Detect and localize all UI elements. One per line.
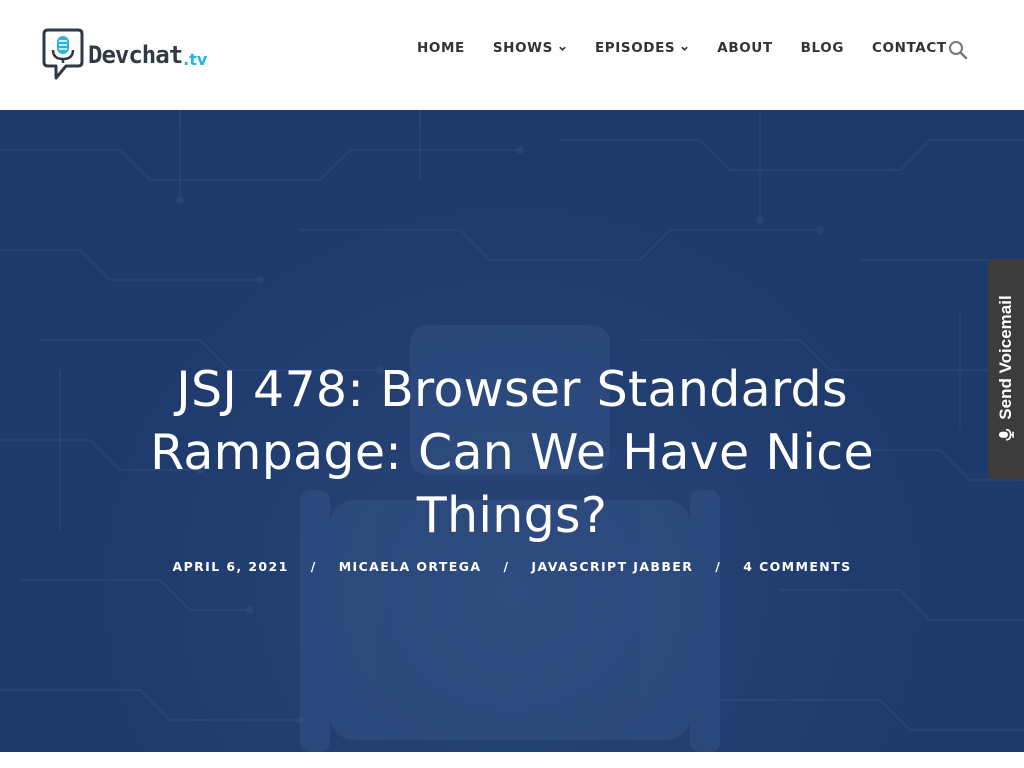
chevron-down-icon	[681, 46, 689, 51]
voicemail-label: Send Voicemail	[996, 295, 1015, 420]
post-meta: APRIL 6, 2021 / MICAELA ORTEGA / JAVASCR…	[0, 559, 1024, 574]
site-header: Devchat .tv HOME SHOWS EPISODES ABOUT BL…	[0, 0, 1024, 110]
nav-item-blog[interactable]: BLOG	[801, 40, 844, 56]
post-author-link[interactable]: MICAELA ORTEGA	[339, 559, 482, 574]
post-category-link[interactable]: JAVASCRIPT JABBER	[531, 559, 693, 574]
devchat-logo-icon	[42, 28, 84, 80]
nav-item-home[interactable]: HOME	[417, 40, 465, 56]
post-title: JSJ 478: Browser Standards Rampage: Can …	[150, 361, 874, 544]
nav-item-label: EPISODES	[594, 40, 676, 56]
send-voicemail-button[interactable]: Send Voicemail	[988, 259, 1024, 479]
nav-item-about[interactable]: ABOUT	[717, 40, 772, 56]
nav-item-label: HOME	[417, 40, 465, 56]
nav-item-label: ABOUT	[717, 40, 773, 56]
meta-separator: /	[715, 559, 722, 574]
voicemail-content: Send Voicemail	[996, 295, 1016, 442]
site-logo[interactable]: Devchat .tv	[42, 26, 207, 82]
post-comments-link[interactable]: 4 COMMENTS	[743, 559, 851, 574]
meta-separator: /	[503, 559, 510, 574]
post-date: APRIL 6, 2021	[172, 559, 289, 574]
nav-item-contact[interactable]: CONTACT	[872, 40, 947, 56]
nav-item-label: BLOG	[800, 40, 845, 56]
main-nav: HOME SHOWS EPISODES ABOUT BLOG CONTACT	[417, 38, 947, 58]
chevron-down-icon	[559, 46, 566, 51]
nav-item-label: CONTACT	[872, 40, 947, 56]
logo-wordmark: Devchat	[88, 41, 183, 69]
logo-tld: .tv	[183, 49, 208, 69]
search-icon	[949, 41, 968, 60]
meta-separator: /	[310, 559, 317, 574]
microphone-icon	[999, 428, 1014, 441]
nav-item-label: SHOWS	[492, 40, 553, 56]
nav-item-episodes[interactable]: EPISODES	[595, 40, 689, 56]
hero-banner: JSJ 478: Browser Standards Rampage: Can …	[0, 110, 1024, 752]
search-button[interactable]	[946, 38, 970, 62]
nav-item-shows[interactable]: SHOWS	[493, 40, 567, 56]
